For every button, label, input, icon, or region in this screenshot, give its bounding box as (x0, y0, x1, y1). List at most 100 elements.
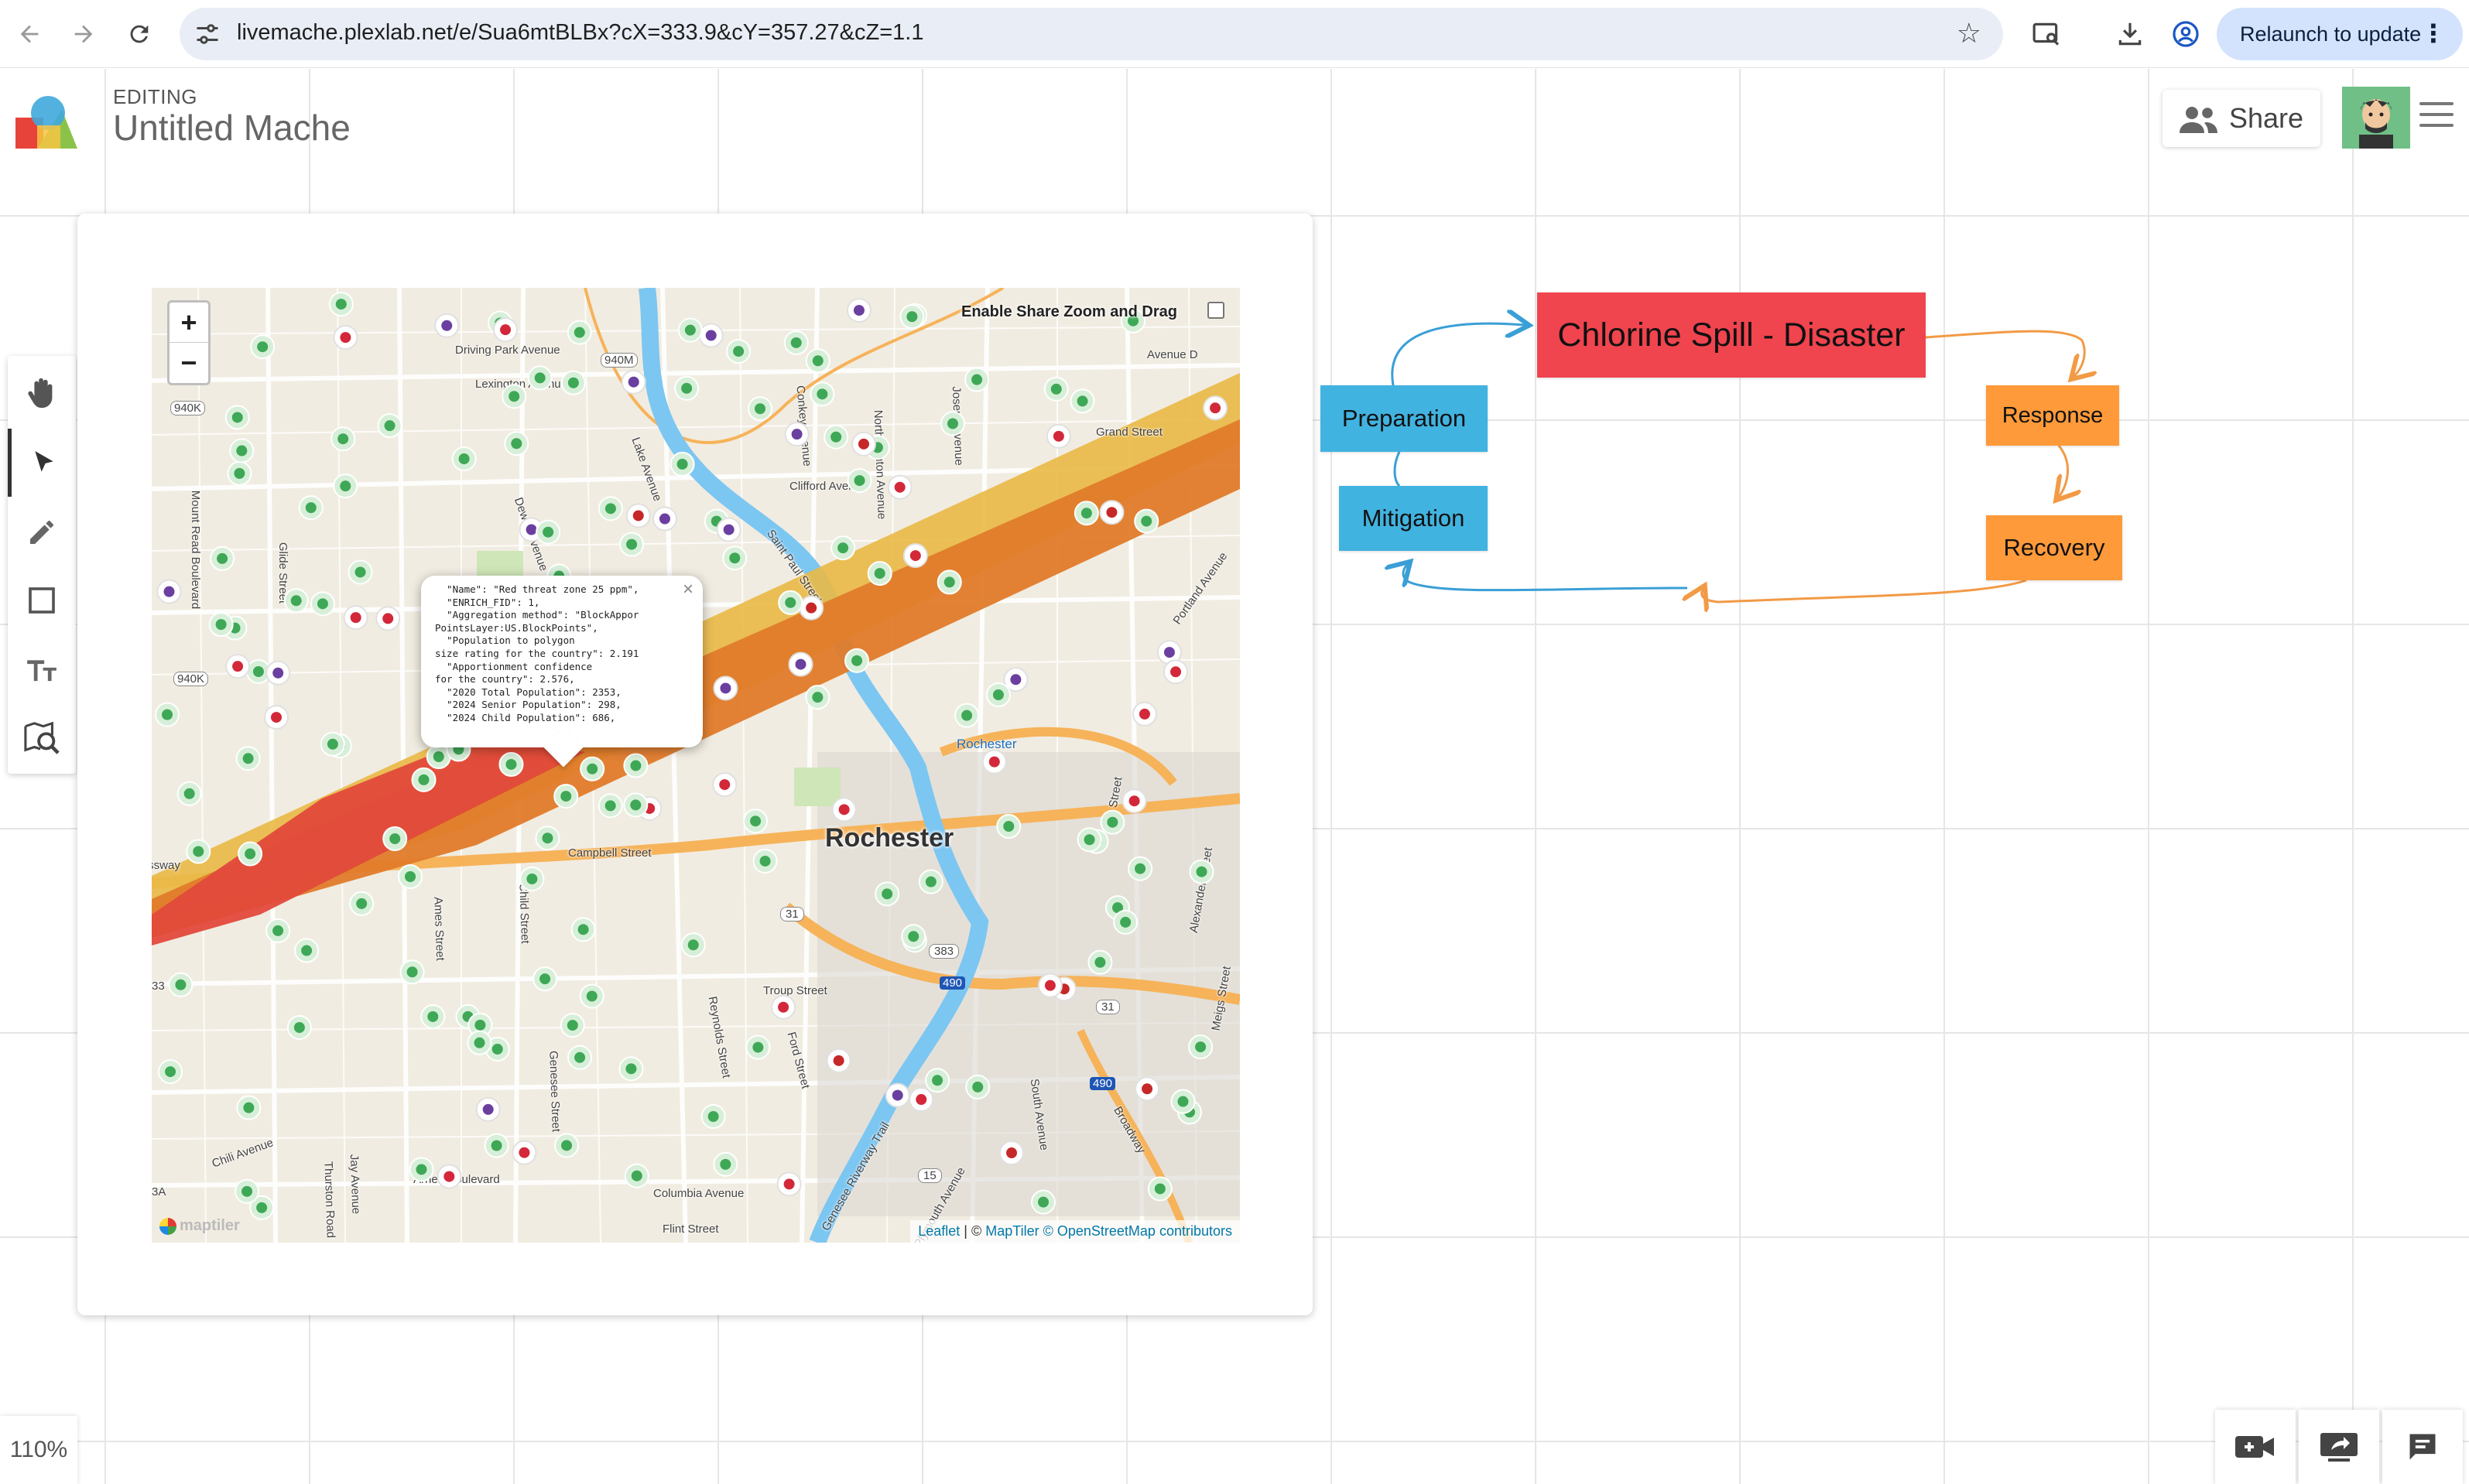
hospital-marker-icon[interactable] (1132, 701, 1157, 727)
community-marker-icon[interactable] (700, 1104, 726, 1130)
community-marker-icon[interactable] (1074, 501, 1099, 526)
community-marker-icon[interactable] (1113, 909, 1139, 935)
hospital-marker-icon[interactable] (1121, 788, 1147, 814)
community-marker-icon[interactable] (985, 682, 1011, 708)
school-marker-icon[interactable] (713, 675, 738, 701)
fire-station-marker-icon[interactable] (799, 595, 824, 621)
fire-station-marker-icon[interactable] (999, 1140, 1025, 1166)
hospital-marker-icon[interactable] (1037, 973, 1063, 998)
community-marker-icon[interactable] (235, 746, 261, 771)
community-marker-icon[interactable] (229, 438, 255, 463)
leaflet-link[interactable]: Leaflet (918, 1223, 960, 1239)
hospital-marker-icon[interactable] (264, 705, 289, 730)
community-marker-icon[interactable] (250, 334, 276, 360)
community-marker-icon[interactable] (155, 702, 180, 727)
community-marker-icon[interactable] (265, 918, 291, 943)
community-marker-icon[interactable] (830, 535, 856, 561)
community-marker-icon[interactable] (580, 756, 605, 781)
community-marker-icon[interactable] (451, 446, 477, 472)
fire-station-marker-icon[interactable] (1135, 1076, 1160, 1102)
community-marker-icon[interactable] (1188, 1034, 1214, 1060)
school-marker-icon[interactable] (621, 369, 646, 395)
avatar[interactable] (2342, 87, 2410, 149)
video-call-button[interactable] (2215, 1410, 2296, 1484)
community-marker-icon[interactable] (560, 370, 586, 395)
community-marker-icon[interactable] (805, 348, 830, 374)
community-marker-icon[interactable] (377, 413, 402, 439)
community-marker-icon[interactable] (186, 839, 211, 864)
community-marker-icon[interactable] (1077, 827, 1102, 853)
community-marker-icon[interactable] (726, 339, 752, 364)
address-bar[interactable]: livemache.plexlab.net/e/Sua6mtBLBx?cX=33… (180, 8, 2003, 60)
hospital-marker-icon[interactable] (437, 1164, 462, 1189)
community-marker-icon[interactable] (677, 317, 703, 343)
hospital-marker-icon[interactable] (493, 317, 519, 343)
cast-icon[interactable] (2028, 15, 2065, 53)
maptiler-logo[interactable]: maptiler (159, 1217, 240, 1235)
community-marker-icon[interactable] (1189, 859, 1214, 884)
community-marker-icon[interactable] (504, 431, 529, 456)
community-marker-icon[interactable] (1100, 809, 1125, 835)
mitigation-node[interactable]: Mitigation (1339, 486, 1488, 551)
community-marker-icon[interactable] (745, 1034, 771, 1060)
fire-station-marker-icon[interactable] (1099, 500, 1125, 525)
community-marker-icon[interactable] (235, 1178, 260, 1204)
osm-link[interactable]: © OpenStreetMap contributors (1043, 1223, 1232, 1239)
zoom-out-button[interactable]: − (170, 343, 208, 383)
select-tool[interactable] (8, 429, 76, 497)
community-marker-icon[interactable] (333, 474, 358, 499)
community-marker-icon[interactable] (867, 561, 892, 586)
community-marker-icon[interactable] (286, 1014, 312, 1040)
community-marker-icon[interactable] (722, 545, 748, 571)
community-marker-icon[interactable] (713, 1151, 738, 1177)
community-marker-icon[interactable] (519, 866, 545, 891)
community-marker-icon[interactable] (553, 784, 579, 809)
community-marker-icon[interactable] (294, 938, 320, 963)
community-marker-icon[interactable] (940, 411, 965, 436)
bookmark-star-icon[interactable]: ☆ (1957, 17, 1981, 50)
profile-icon[interactable] (2167, 15, 2204, 53)
community-marker-icon[interactable] (411, 767, 437, 792)
community-marker-icon[interactable] (674, 375, 700, 401)
community-marker-icon[interactable] (567, 320, 592, 345)
hospital-marker-icon[interactable] (981, 749, 1007, 774)
community-marker-icon[interactable] (398, 863, 423, 889)
share-button[interactable]: Share (2163, 90, 2320, 147)
community-marker-icon[interactable] (283, 588, 309, 614)
threat-zone-map[interactable]: Driving Park Avenue Lexington Avenue Mou… (152, 288, 1240, 1243)
community-marker-icon[interactable] (1087, 949, 1113, 975)
hospital-marker-icon[interactable] (776, 1171, 802, 1197)
community-marker-icon[interactable] (1147, 1176, 1173, 1202)
community-marker-icon[interactable] (238, 841, 263, 867)
community-marker-icon[interactable] (964, 367, 990, 392)
document-title[interactable]: Untitled Mache (113, 107, 351, 149)
hospital-marker-icon[interactable] (1046, 423, 1071, 449)
community-marker-icon[interactable] (824, 424, 849, 450)
hospital-marker-icon[interactable] (909, 1087, 934, 1113)
map-search-tool[interactable] (8, 704, 76, 772)
fire-station-marker-icon[interactable] (826, 1048, 851, 1073)
community-marker-icon[interactable] (560, 1013, 585, 1038)
community-marker-icon[interactable] (210, 545, 235, 571)
community-marker-icon[interactable] (805, 685, 830, 710)
school-marker-icon[interactable] (265, 660, 291, 686)
more-menu-icon[interactable]: ⋮ (2421, 19, 2446, 48)
community-marker-icon[interactable] (680, 932, 706, 958)
community-marker-icon[interactable] (236, 1095, 262, 1120)
maptiler-link[interactable]: MapTiler (985, 1223, 1039, 1239)
popup-close-button[interactable]: × (683, 579, 693, 600)
community-marker-icon[interactable] (752, 848, 778, 874)
zoom-in-button[interactable]: + (170, 303, 208, 343)
pen-tool[interactable] (8, 498, 76, 566)
community-marker-icon[interactable] (409, 1157, 434, 1182)
community-marker-icon[interactable] (554, 1133, 580, 1158)
community-marker-icon[interactable] (623, 753, 649, 778)
site-settings-icon[interactable] (193, 20, 221, 48)
hospital-marker-icon[interactable] (333, 325, 358, 350)
school-marker-icon[interactable] (652, 506, 677, 532)
community-marker-icon[interactable] (227, 460, 252, 486)
school-marker-icon[interactable] (475, 1096, 501, 1122)
school-marker-icon[interactable] (885, 1082, 910, 1108)
preparation-node[interactable]: Preparation (1320, 385, 1488, 452)
community-marker-icon[interactable] (176, 781, 202, 806)
